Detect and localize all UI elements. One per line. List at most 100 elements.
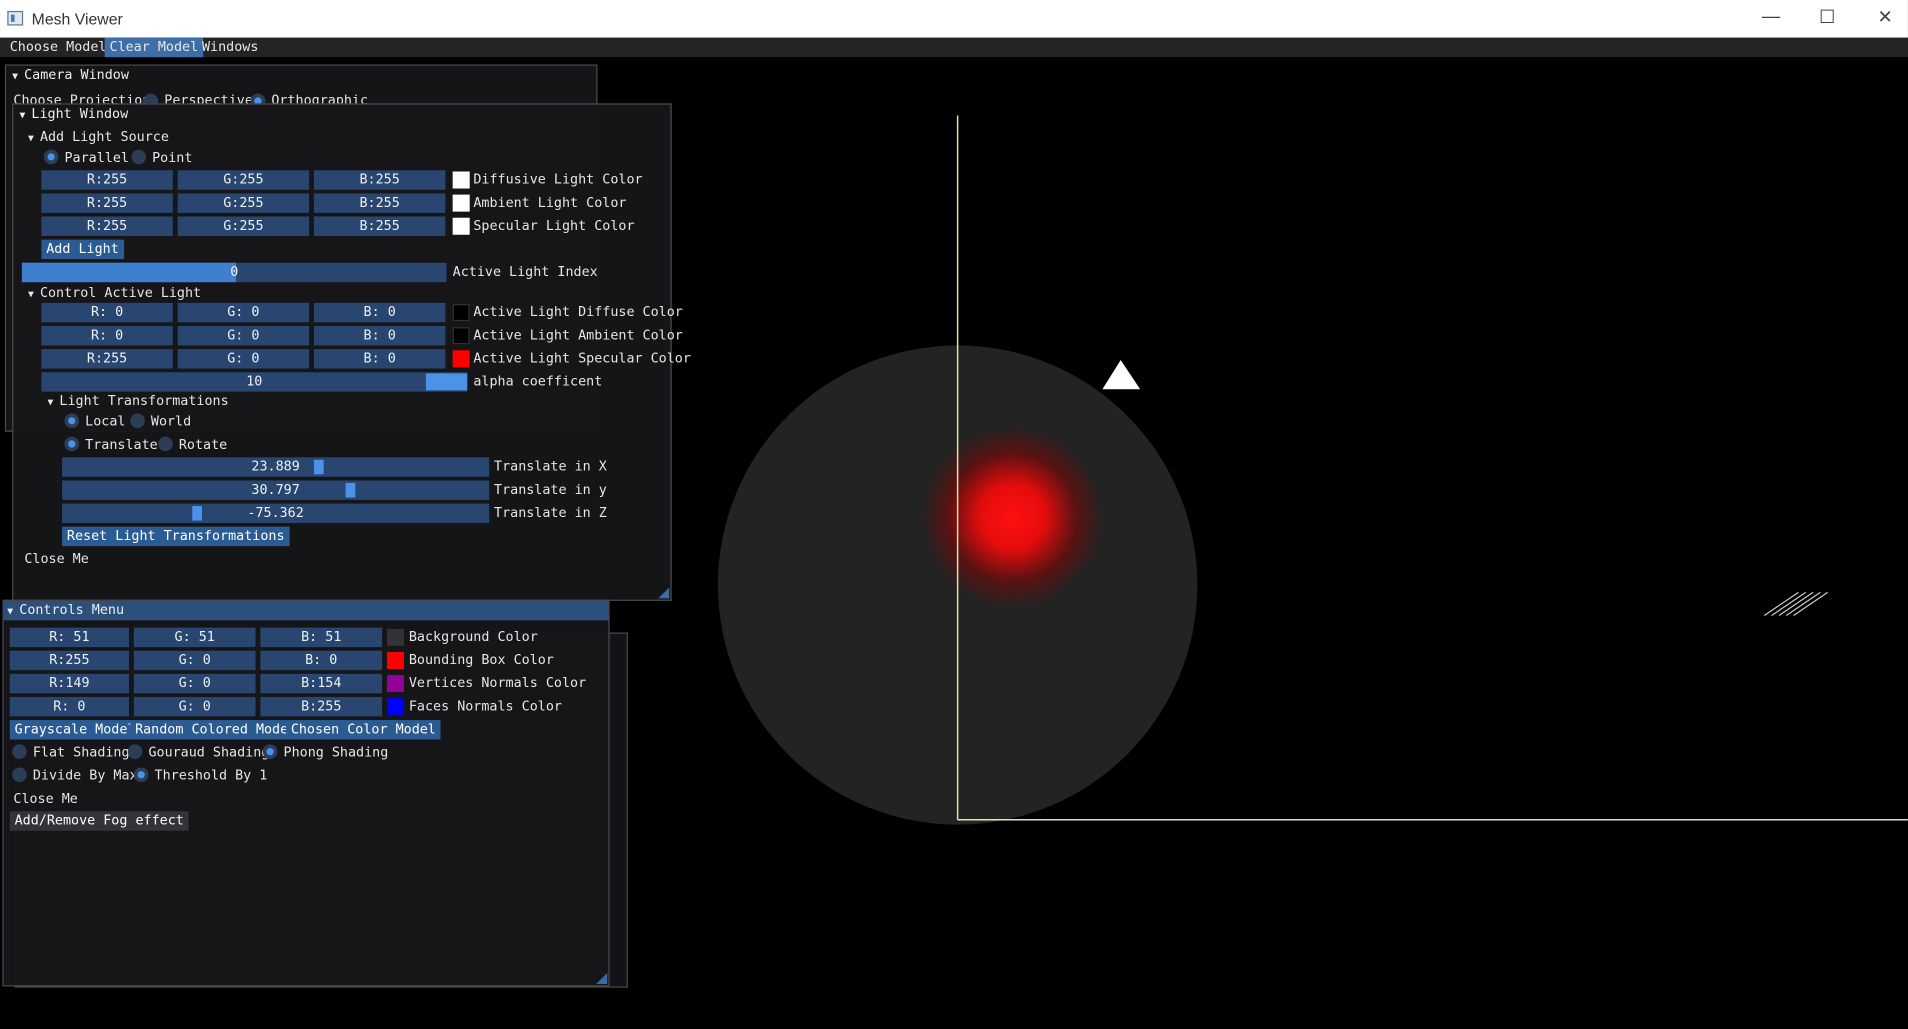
add-light-button[interactable]: Add Light (41, 239, 124, 260)
active-specular-g-field[interactable]: G: 0 (177, 349, 310, 369)
bbox-g-field[interactable]: G: 0 (133, 650, 256, 671)
active-ambient-swatch[interactable] (452, 327, 470, 345)
background-b-field[interactable]: B: 51 (260, 627, 383, 648)
controls-menu-header[interactable]: ▼ Controls Menu (3, 600, 609, 621)
viewport[interactable] (681, 57, 1908, 981)
alpha-label: alpha coefficent (473, 373, 603, 390)
translate-y-slider[interactable]: 30.797 (62, 480, 490, 500)
collapse-triangle-icon[interactable]: ▼ (12, 67, 18, 86)
reset-light-transformations-button[interactable]: Reset Light Transformations (62, 526, 290, 547)
resize-grip-icon[interactable] (658, 587, 670, 599)
controls-menu-window[interactable]: ▼ Controls Menu R: 51 G: 51 B: 51 Backgro… (2, 599, 610, 987)
light-window-close-button[interactable]: Close Me (24, 551, 88, 567)
active-specular-r-field[interactable]: R:255 (41, 349, 173, 369)
ambient-r-field[interactable]: R:255 (41, 193, 173, 213)
bbox-color-label: Bounding Box Color (408, 651, 554, 668)
diffusive-color-swatch[interactable] (452, 171, 470, 189)
alpha-coefficient-slider[interactable]: 10 (41, 372, 468, 392)
fnormals-b-field[interactable]: B:255 (260, 696, 383, 717)
fnormals-color-label: Faces Normals Color (408, 698, 562, 714)
active-diffuse-g-field[interactable]: G: 0 (177, 302, 310, 323)
gouraud-shading-radio[interactable] (127, 744, 143, 759)
light-window-header[interactable]: ▼ Light Window (13, 105, 670, 124)
fnormals-color-swatch[interactable] (386, 698, 404, 716)
world-label: World (150, 413, 192, 430)
menu-clear-model[interactable]: Clear Model (104, 37, 204, 58)
collapse-triangle-icon[interactable]: ▼ (19, 106, 25, 125)
parallel-radio[interactable] (43, 149, 59, 165)
vnormals-r-field[interactable]: R:149 (9, 673, 129, 694)
world-radio[interactable] (130, 413, 145, 429)
rotate-radio[interactable] (158, 436, 173, 452)
diffusive-label: Diffusive Light Color (473, 171, 643, 188)
bbox-b-field[interactable]: B: 0 (260, 650, 383, 671)
active-diffuse-swatch[interactable] (452, 304, 470, 322)
alpha-value: 10 (246, 373, 263, 390)
resize-grip-icon[interactable] (596, 973, 608, 984)
light-transformations-header[interactable]: ▼ Light Transformations (47, 393, 228, 409)
bbox-color-swatch[interactable] (386, 651, 404, 669)
bbox-r-field[interactable]: R:255 (9, 650, 129, 671)
ambient-b-field[interactable]: B:255 (313, 193, 446, 213)
active-ambient-label: Active Light Ambient Color (473, 327, 683, 343)
specular-g-field[interactable]: G:255 (177, 216, 310, 236)
translate-x-slider[interactable]: 23.889 (62, 457, 490, 477)
fnormals-r-field[interactable]: R: 0 (9, 696, 129, 717)
chosen-color-model-button[interactable]: Chosen Color Model (285, 720, 441, 740)
random-colored-model-button[interactable]: Random Colored Model (130, 720, 302, 740)
background-g-field[interactable]: G: 51 (133, 627, 256, 648)
active-specular-b-field[interactable]: B: 0 (313, 349, 446, 369)
phong-shading-radio[interactable] (262, 744, 278, 759)
minimize-icon[interactable]: — (1762, 6, 1780, 27)
menu-choose-model[interactable]: Choose Model (5, 38, 111, 57)
translate-radio[interactable] (64, 436, 80, 452)
controls-close-button[interactable]: Close Me (13, 791, 77, 807)
specular-r-field[interactable]: R:255 (41, 216, 173, 236)
active-ambient-r-field[interactable]: R: 0 (41, 325, 173, 346)
diffusive-r-field[interactable]: R:255 (41, 170, 173, 190)
app-icon (7, 10, 24, 26)
light-window[interactable]: ▼ Light Window ▼ Add Light Source Parallel… (12, 103, 691, 601)
vnormals-g-field[interactable]: G: 0 (133, 673, 256, 694)
slider-grab[interactable] (345, 482, 356, 498)
slider-fill (21, 262, 237, 283)
threshold-by-1-radio[interactable] (133, 767, 149, 783)
menu-windows[interactable]: Windows (197, 38, 263, 57)
vnormals-b-field[interactable]: B:154 (260, 673, 383, 694)
slider-grab[interactable] (425, 373, 468, 391)
camera-window-header[interactable]: ▼ Camera Window (6, 66, 596, 85)
grayscale-model-button[interactable]: Grayscale Model (9, 720, 141, 740)
ambient-g-field[interactable]: G:255 (177, 193, 310, 213)
point-radio[interactable] (131, 149, 147, 165)
active-diffuse-r-field[interactable]: R: 0 (41, 302, 173, 323)
active-light-index-slider[interactable]: 0 (21, 262, 447, 283)
flat-shading-radio[interactable] (12, 744, 27, 759)
diffusive-g-field[interactable]: G:255 (177, 170, 310, 190)
divide-by-max-radio[interactable] (12, 767, 27, 783)
gouraud-shading-label: Gouraud Shading (148, 744, 270, 761)
fnormals-g-field[interactable]: G: 0 (133, 696, 256, 717)
parallel-label: Parallel (64, 149, 129, 166)
active-ambient-g-field[interactable]: G: 0 (177, 325, 310, 346)
slider-grab[interactable] (192, 505, 202, 521)
specular-b-field[interactable]: B:255 (313, 216, 446, 236)
active-diffuse-b-field[interactable]: B: 0 (313, 302, 446, 323)
background-color-swatch[interactable] (386, 628, 404, 646)
diffusive-b-field[interactable]: B:255 (313, 170, 446, 190)
control-active-light-header[interactable]: ▼ Control Active Light (28, 285, 201, 301)
add-light-source-header[interactable]: ▼ Add Light Source (28, 129, 169, 145)
collapse-triangle-icon[interactable]: ▼ (7, 602, 13, 621)
maximize-icon[interactable]: ☐ (1819, 6, 1835, 28)
active-ambient-b-field[interactable]: B: 0 (313, 325, 446, 346)
local-radio[interactable] (64, 413, 80, 429)
close-icon[interactable]: ✕ (1878, 6, 1893, 28)
ambient-color-swatch[interactable] (452, 194, 470, 212)
vnormals-color-swatch[interactable] (386, 675, 404, 693)
background-r-field[interactable]: R: 51 (9, 627, 129, 648)
slider-grab[interactable] (313, 459, 324, 475)
specular-color-swatch[interactable] (452, 217, 470, 235)
control-active-light-label: Control Active Light (39, 284, 202, 301)
active-specular-swatch[interactable] (452, 350, 470, 368)
translate-z-slider[interactable]: -75.362 (62, 503, 490, 524)
fog-effect-button[interactable]: Add/Remove Fog effect (9, 811, 189, 831)
